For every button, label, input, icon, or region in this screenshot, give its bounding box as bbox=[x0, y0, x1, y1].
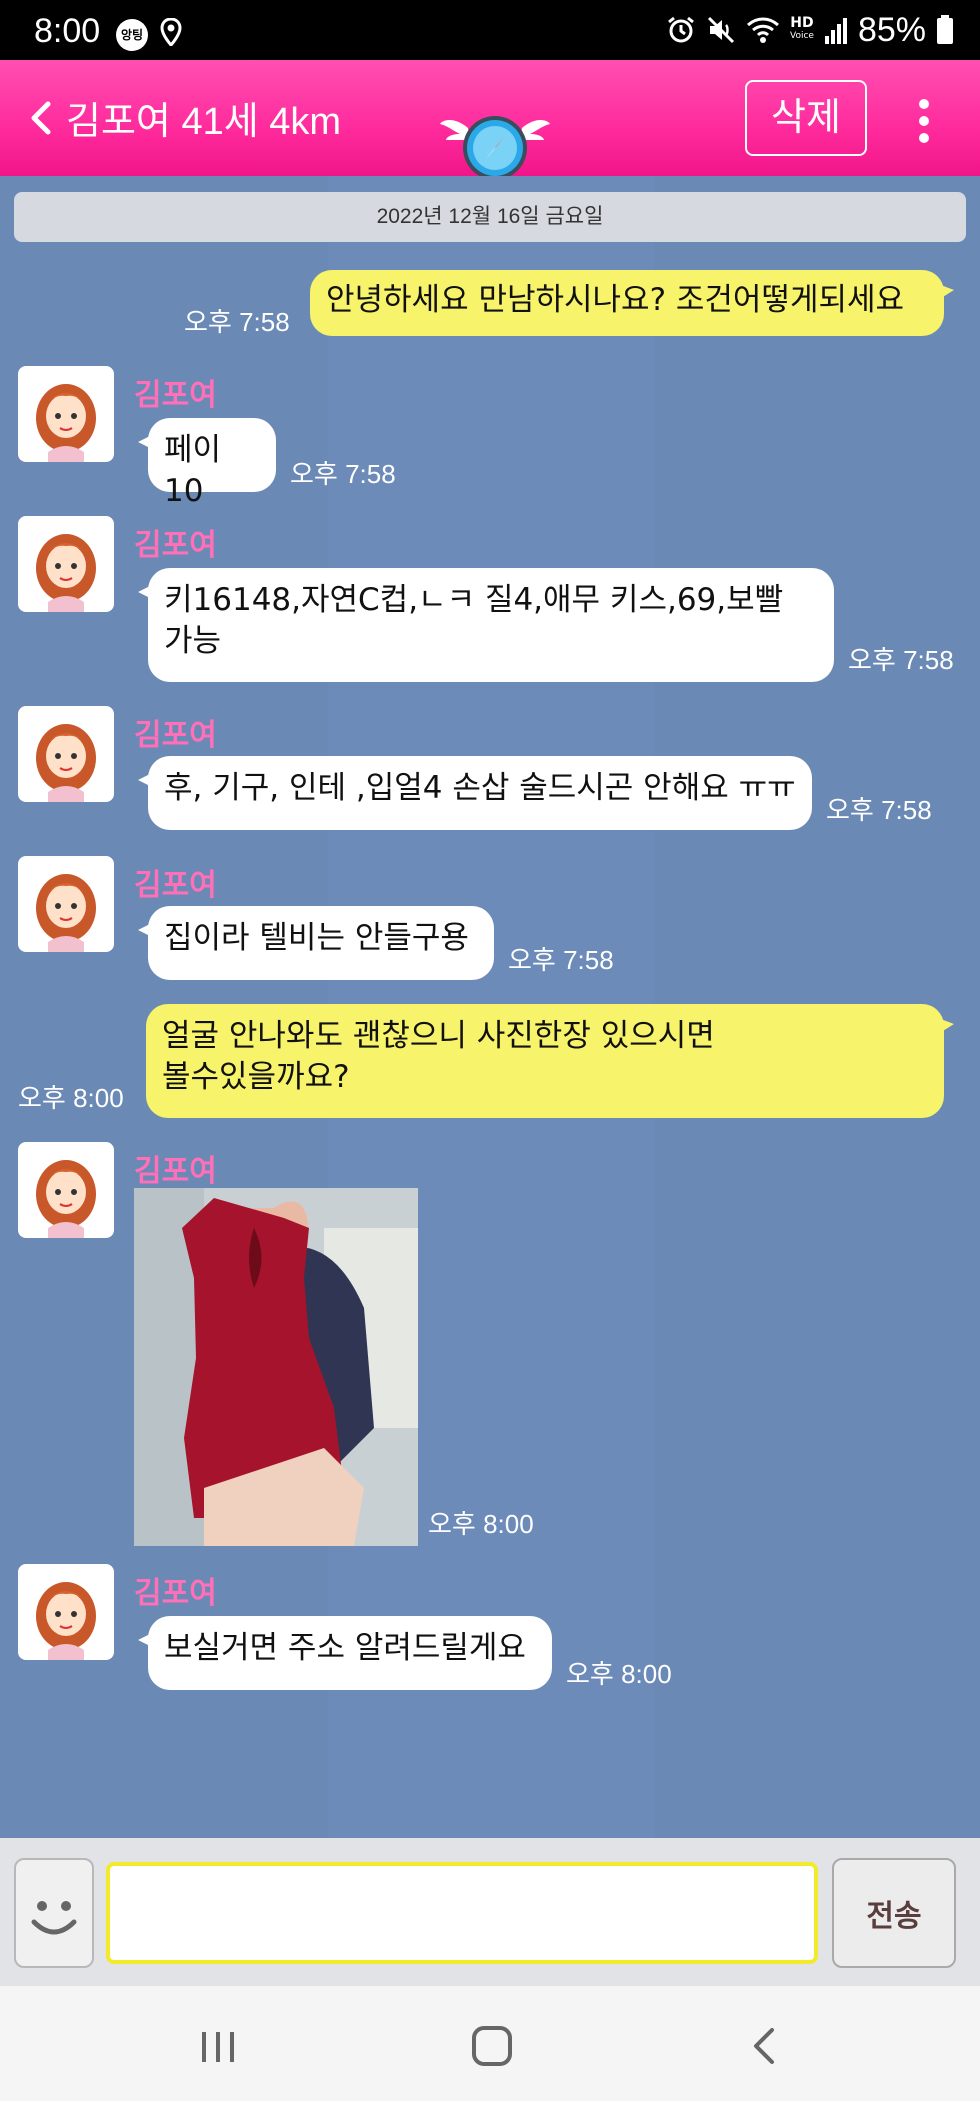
girl-avatar-icon bbox=[36, 534, 96, 612]
message-time: 오후 8:00 bbox=[18, 1083, 124, 1113]
message-time: 오후 7:58 bbox=[508, 945, 614, 975]
sender-name: 김포여 bbox=[134, 719, 217, 752]
incoming-message[interactable]: 키16148,자연C컵,ㄴㅋ 질4,애무 키스,69,보빨 가능 bbox=[138, 568, 834, 682]
photo-image bbox=[134, 1188, 418, 1546]
sender-name: 김포여 bbox=[134, 379, 217, 412]
chat-header: 김포여 41세 4km 삭제 bbox=[0, 60, 980, 180]
avatar[interactable] bbox=[18, 856, 114, 952]
battery-percent: 85% bbox=[857, 10, 926, 49]
girl-avatar-icon bbox=[36, 1582, 96, 1660]
chevron-left-icon[interactable] bbox=[22, 98, 62, 138]
incoming-message[interactable]: 보실거면 주소 알려드릴게요 bbox=[138, 1616, 552, 1690]
photo-message[interactable] bbox=[134, 1188, 418, 1546]
incoming-message[interactable]: 집이라 텔비는 안들구용 bbox=[138, 906, 494, 980]
avatar[interactable] bbox=[18, 516, 114, 612]
message-time: 오후 7:58 bbox=[826, 795, 932, 825]
message-time: 오후 7:58 bbox=[290, 459, 396, 489]
girl-avatar-icon bbox=[36, 384, 96, 462]
message-time: 오후 8:00 bbox=[428, 1509, 534, 1539]
message-time: 오후 7:58 bbox=[848, 645, 954, 675]
message-time: 오후 8:00 bbox=[566, 1659, 672, 1689]
app-badge-icon: 앙팅 bbox=[116, 19, 148, 51]
sender-name: 김포여 bbox=[134, 1155, 217, 1188]
incoming-message[interactable]: 후, 기구, 인테 ,입얼4 손삽 술드시곤 안해요 ㅠㅠ bbox=[138, 756, 812, 830]
location-icon bbox=[160, 18, 182, 46]
chat-area[interactable]: 2022년 12월 16일 금요일 오후 7:58 안녕하세요 만남하시나요? … bbox=[0, 176, 980, 1838]
delete-button[interactable]: 삭제 bbox=[745, 80, 867, 156]
hd-label: HD bbox=[790, 15, 814, 31]
sender-name: 김포여 bbox=[134, 869, 217, 902]
chat-title: 김포여 41세 4km bbox=[66, 101, 342, 143]
status-icons: HD Voice 85% bbox=[666, 10, 954, 50]
send-button[interactable]: 전송 bbox=[832, 1858, 956, 1968]
outgoing-message[interactable]: 안녕하세요 만남하시나요? 조건어떻게되세요 bbox=[310, 270, 954, 336]
voice-label: Voice bbox=[789, 31, 814, 41]
sender-name: 김포여 bbox=[134, 529, 217, 562]
battery-icon bbox=[937, 15, 953, 44]
signal-icon bbox=[824, 18, 847, 44]
home-icon[interactable] bbox=[462, 2016, 522, 2076]
incoming-message[interactable]: 페이10 bbox=[138, 418, 276, 509]
system-nav-bar bbox=[0, 1986, 980, 2101]
message-input[interactable] bbox=[106, 1862, 818, 1964]
alarm-icon bbox=[668, 16, 694, 43]
more-vertical-icon[interactable] bbox=[912, 96, 936, 146]
avatar[interactable] bbox=[18, 366, 114, 462]
message-input-bar: 전송 bbox=[0, 1838, 980, 1986]
outgoing-message[interactable]: 얼굴 안나와도 괜찮으니 사진한장 있으시면 볼수있을까요? bbox=[146, 1004, 954, 1118]
sender-name: 김포여 bbox=[134, 1577, 217, 1610]
avatar[interactable] bbox=[18, 706, 114, 802]
girl-avatar-icon bbox=[36, 874, 96, 952]
avatar[interactable] bbox=[18, 1142, 114, 1238]
status-bar: 8:00 앙팅 HD Voice 85% bbox=[0, 0, 980, 60]
wifi-icon bbox=[746, 17, 779, 43]
recent-apps-icon[interactable] bbox=[188, 2016, 248, 2076]
girl-avatar-icon bbox=[36, 1160, 96, 1238]
avatar[interactable] bbox=[18, 1564, 114, 1660]
status-time: 8:00 bbox=[34, 12, 101, 50]
date-divider: 2022년 12월 16일 금요일 bbox=[14, 192, 966, 242]
hd-voice-icon: HD Voice bbox=[789, 15, 814, 43]
message-time: 오후 7:58 bbox=[184, 307, 290, 337]
emoji-button[interactable] bbox=[14, 1858, 94, 1968]
girl-avatar-icon bbox=[36, 724, 96, 802]
mute-icon bbox=[707, 16, 735, 44]
smiley-icon bbox=[31, 1901, 77, 1935]
back-nav-icon[interactable] bbox=[736, 2016, 796, 2076]
